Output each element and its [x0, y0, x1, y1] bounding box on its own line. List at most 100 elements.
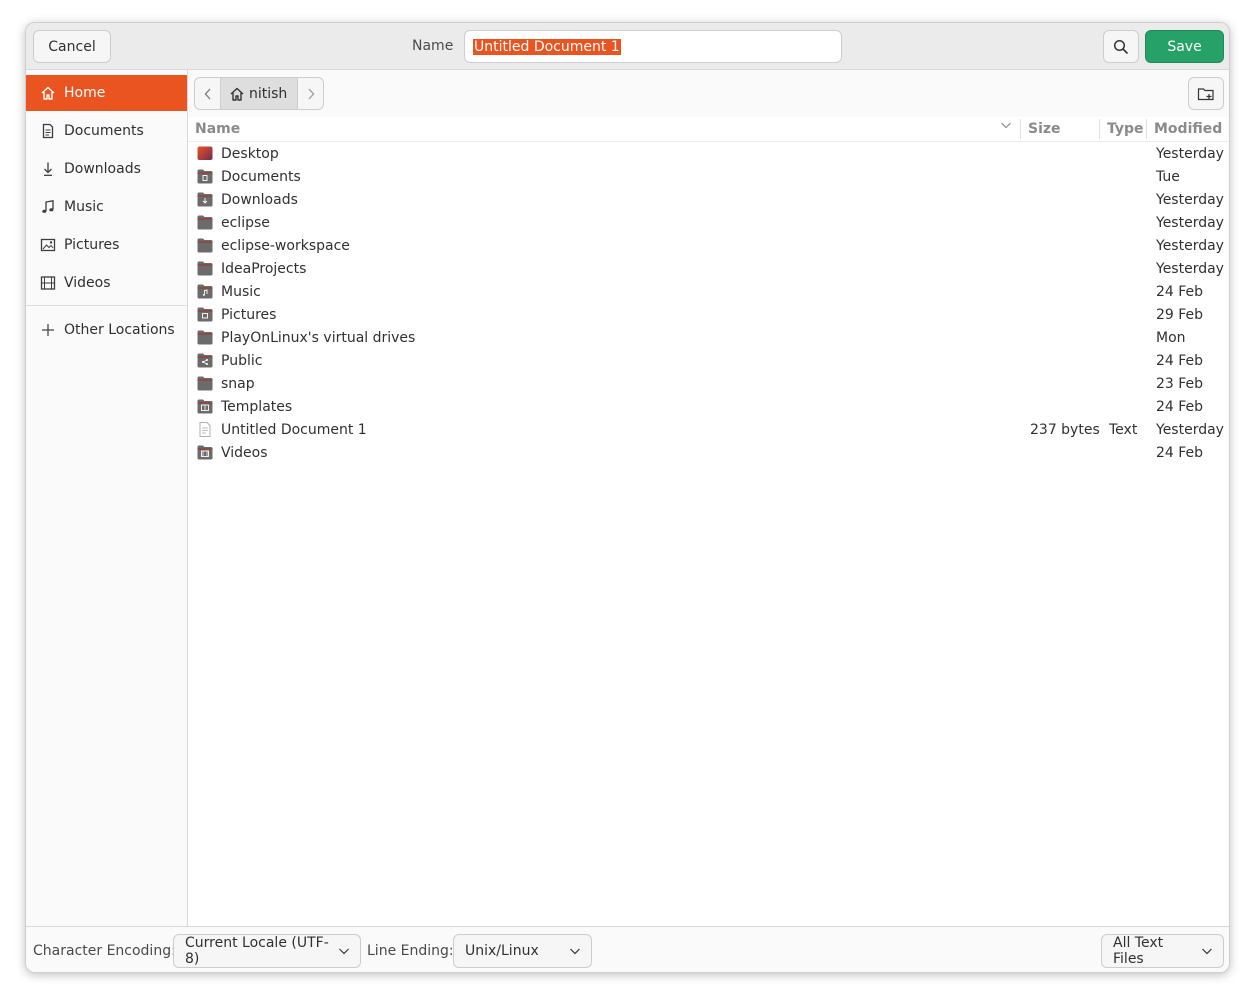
new-folder-button[interactable] [1188, 77, 1224, 110]
line-ending-label: Line Ending: [367, 943, 454, 959]
file-name: eclipse [221, 215, 270, 231]
file-name: Downloads [221, 192, 298, 208]
path-forward-button[interactable] [298, 78, 323, 109]
document-icon [40, 123, 56, 139]
save-dialog: Cancel Name Untitled Document 1 Save Hom… [25, 22, 1230, 973]
save-button[interactable]: Save [1145, 30, 1224, 63]
file-modified: 24 Feb [1156, 353, 1204, 369]
file-size: 237 bytes [1030, 422, 1100, 438]
line-ending-value: Unix/Linux [465, 943, 539, 959]
search-button[interactable] [1103, 30, 1139, 63]
chevron-down-icon [1201, 945, 1213, 957]
file-name: Public [221, 353, 263, 369]
plus-icon [40, 322, 56, 338]
file-name: eclipse-workspace [221, 238, 350, 254]
text-file-icon [197, 422, 213, 437]
music-folder-icon [197, 284, 213, 299]
options-footer: Character Encoding: Current Locale (UTF-… [26, 926, 1229, 972]
download-icon [40, 161, 56, 177]
file-modified: Yesterday [1156, 215, 1224, 231]
folder-icon [197, 261, 213, 276]
folder-icon [197, 330, 213, 345]
chevron-down-icon[interactable] [1000, 119, 1012, 135]
sidebar-item-label: Pictures [64, 237, 120, 253]
file-modified: Yesterday [1156, 146, 1224, 162]
list-item[interactable]: Desktop Yesterday [188, 143, 1229, 166]
sidebar-item-pictures[interactable]: Pictures [26, 227, 187, 263]
folder-icon [197, 215, 213, 230]
list-item[interactable]: Music 24 Feb [188, 281, 1229, 304]
list-item[interactable]: eclipse Yesterday [188, 212, 1229, 235]
path-crumb-label: nitish [249, 85, 288, 102]
picture-icon [40, 237, 56, 253]
list-item[interactable]: Public 24 Feb [188, 350, 1229, 373]
places-sidebar: Home Documents Downloads Music Pictures [26, 70, 188, 926]
column-type[interactable]: Type [1107, 121, 1144, 137]
chevron-down-icon [338, 945, 350, 957]
file-name: Untitled Document 1 [221, 422, 367, 438]
file-name: Templates [221, 399, 293, 415]
sidebar-item-label: Videos [64, 275, 111, 291]
search-icon [1113, 39, 1129, 55]
file-modified: Yesterday [1156, 261, 1224, 277]
encoding-value: Current Locale (UTF-8) [185, 935, 329, 967]
sidebar-item-label: Home [64, 85, 106, 101]
public-folder-icon [197, 353, 213, 368]
home-icon [229, 86, 245, 102]
video-icon [40, 275, 56, 291]
file-name: Documents [221, 169, 301, 185]
sidebar-item-label: Other Locations [64, 322, 175, 338]
column-modified[interactable]: Modified [1154, 121, 1222, 137]
path-crumb-home[interactable]: nitish [220, 78, 299, 109]
file-modified: 29 Feb [1156, 307, 1204, 323]
music-icon [40, 199, 56, 215]
file-modified: 24 Feb [1156, 445, 1204, 461]
list-item[interactable]: Templates 24 Feb [188, 396, 1229, 419]
filename-input[interactable]: Untitled Document 1 [464, 30, 842, 63]
file-name: Videos [221, 445, 268, 461]
chevron-left-icon [203, 88, 213, 100]
sidebar-item-label: Music [64, 199, 104, 215]
list-item[interactable]: eclipse-workspace Yesterday [188, 235, 1229, 258]
file-modified: 24 Feb [1156, 399, 1204, 415]
file-modified: Yesterday [1156, 238, 1224, 254]
videos-folder-icon [197, 445, 213, 460]
list-item[interactable]: IdeaProjects Yesterday [188, 258, 1229, 281]
line-ending-select[interactable]: Unix/Linux [453, 934, 592, 968]
sidebar-item-other-locations[interactable]: Other Locations [26, 312, 187, 348]
list-item[interactable]: Downloads Yesterday [188, 189, 1229, 212]
sidebar-item-home[interactable]: Home [26, 75, 187, 111]
path-back-button[interactable] [195, 78, 220, 109]
desktop-folder-icon [197, 146, 213, 161]
sidebar-divider [26, 305, 187, 306]
list-item[interactable]: Pictures 29 Feb [188, 304, 1229, 327]
file-modified: Tue [1156, 169, 1180, 185]
new-folder-icon [1197, 86, 1215, 102]
file-name: snap [221, 376, 255, 392]
column-size[interactable]: Size [1028, 121, 1061, 137]
sidebar-item-videos[interactable]: Videos [26, 265, 187, 301]
cancel-button[interactable]: Cancel [33, 30, 111, 63]
column-name[interactable]: Name [195, 121, 240, 137]
file-modified: Yesterday [1156, 422, 1224, 438]
sidebar-item-documents[interactable]: Documents [26, 113, 187, 149]
file-filter-select[interactable]: All Text Files [1101, 934, 1224, 968]
filename-text: Untitled Document 1 [473, 38, 621, 55]
file-modified: 24 Feb [1156, 284, 1204, 300]
list-item[interactable]: Untitled Document 1 237 bytes Text Yeste… [188, 419, 1229, 442]
folder-icon [197, 376, 213, 391]
file-name: Desktop [221, 146, 279, 162]
file-modified: Yesterday [1156, 192, 1224, 208]
sidebar-item-downloads[interactable]: Downloads [26, 151, 187, 187]
list-item[interactable]: PlayOnLinux's virtual drives Mon [188, 327, 1229, 350]
list-item[interactable]: Documents Tue [188, 166, 1229, 189]
list-item[interactable]: snap 23 Feb [188, 373, 1229, 396]
file-name: Pictures [221, 307, 277, 323]
list-item[interactable]: Videos 24 Feb [188, 442, 1229, 465]
file-name: Music [221, 284, 261, 300]
column-separator [1146, 119, 1147, 139]
pictures-folder-icon [197, 307, 213, 322]
name-label: Name [412, 38, 454, 54]
encoding-select[interactable]: Current Locale (UTF-8) [173, 934, 361, 968]
sidebar-item-music[interactable]: Music [26, 189, 187, 225]
